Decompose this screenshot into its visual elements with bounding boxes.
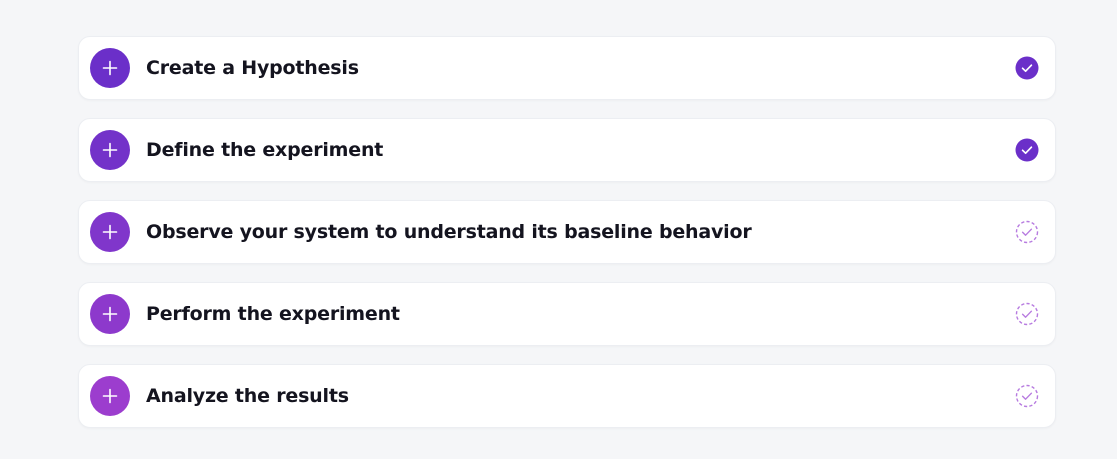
step-title: Perform the experiment <box>146 303 400 325</box>
step-title: Define the experiment <box>146 139 384 161</box>
plus-icon <box>102 224 118 240</box>
step-item-4[interactable]: Perform the experiment <box>78 282 1056 346</box>
completed-check-icon <box>1015 138 1039 162</box>
expand-button[interactable] <box>90 376 130 416</box>
step-title: Observe your system to understand its ba… <box>146 221 752 243</box>
expand-button[interactable] <box>90 212 130 252</box>
expand-button[interactable] <box>90 130 130 170</box>
step-item-1[interactable]: Create a Hypothesis <box>78 36 1056 100</box>
plus-icon <box>102 142 118 158</box>
plus-icon <box>102 60 118 76</box>
step-item-5[interactable]: Analyze the results <box>78 364 1056 428</box>
plus-icon <box>102 388 118 404</box>
step-item-3[interactable]: Observe your system to understand its ba… <box>78 200 1056 264</box>
expand-button[interactable] <box>90 48 130 88</box>
expand-button[interactable] <box>90 294 130 334</box>
pending-check-icon <box>1015 302 1039 326</box>
pending-check-icon <box>1015 384 1039 408</box>
pending-check-icon <box>1015 220 1039 244</box>
completed-check-icon <box>1015 56 1039 80</box>
step-item-2[interactable]: Define the experiment <box>78 118 1056 182</box>
step-title: Analyze the results <box>146 385 349 407</box>
steps-accordion: Create a Hypothesis Define the experimen… <box>78 36 1056 446</box>
plus-icon <box>102 306 118 322</box>
step-title: Create a Hypothesis <box>146 57 359 79</box>
